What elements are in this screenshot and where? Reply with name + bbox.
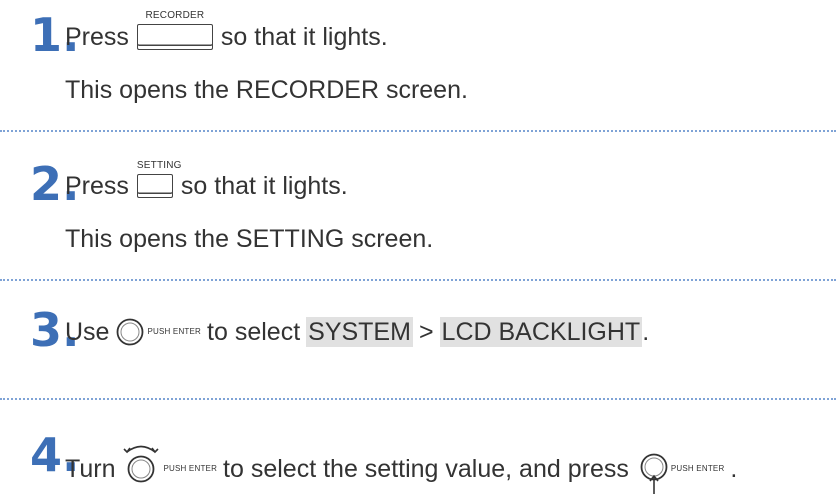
recorder-key-label: RECORDER — [145, 10, 205, 21]
step-3-end: . — [642, 318, 650, 346]
divider — [0, 398, 836, 400]
divider — [0, 130, 836, 132]
menu-item-system: SYSTEM — [306, 317, 413, 347]
dial-label: PUSH ENTER — [163, 464, 218, 473]
step-1-post: so that it lights. — [220, 23, 388, 51]
setting-key-icon: SETTING — [136, 161, 181, 198]
step-3-mid: to select — [207, 318, 301, 346]
step-2-instruction: Press SETTING so that it lights. — [65, 161, 348, 201]
step-4-instruction: Turn PUSH ENTER to select the setting va… — [65, 442, 737, 496]
step-2-result: This opens the SETTING screen. — [65, 225, 434, 253]
divider — [0, 279, 836, 281]
step-1-result: This opens the RECORDER screen. — [65, 76, 468, 104]
step-2-post: so that it lights. — [180, 172, 348, 200]
dial-icon: PUSH ENTER — [115, 317, 201, 347]
menu-item-lcd-backlight: LCD BACKLIGHT — [439, 317, 643, 347]
dial-press-icon: PUSH ENTER — [639, 442, 725, 496]
dial-label: PUSH ENTER — [670, 464, 725, 473]
step-1-pre: Press — [65, 23, 129, 51]
step-1-instruction: Press RECORDER so that it lights. — [65, 11, 388, 52]
recorder-key-icon: RECORDER — [136, 11, 213, 50]
dial-turn-icon: PUSH ENTER — [121, 440, 217, 484]
step-3-instruction: Use PUSH ENTER to select SYSTEM > LCD BA… — [65, 317, 649, 347]
menu-separator: > — [418, 318, 434, 346]
setting-key-label: SETTING — [136, 160, 182, 171]
dial-label: PUSH ENTER — [147, 327, 202, 336]
step-2-pre: Press — [65, 172, 129, 200]
step-4-pre: Turn — [65, 455, 116, 483]
step-4-mid: to select the setting value, and press — [223, 455, 629, 483]
step-4-end: . — [730, 455, 738, 483]
step-3-pre: Use — [65, 318, 110, 346]
